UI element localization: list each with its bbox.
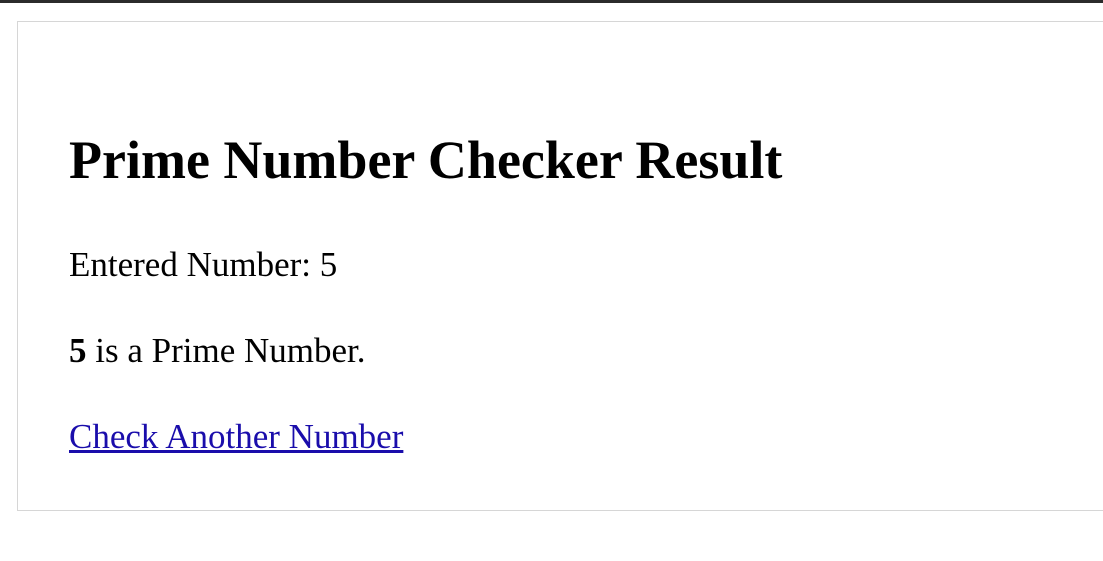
check-another-number-link[interactable]: Check Another Number — [69, 417, 403, 456]
check-another-line: Check Another Number — [69, 416, 403, 458]
entered-number-line: Entered Number: 5 — [69, 244, 337, 286]
result-number: 5 — [69, 331, 87, 370]
entered-number-value: 5 — [319, 245, 338, 284]
result-card: Prime Number Checker Result Entered Numb… — [17, 21, 1103, 511]
prime-result-line: 5 is a Prime Number. — [69, 330, 366, 372]
result-text: is a Prime Number. — [95, 331, 366, 370]
window-top-strip — [0, 0, 1103, 3]
entered-number-label: Entered Number: — [69, 245, 311, 284]
page-title: Prime Number Checker Result — [69, 130, 783, 190]
